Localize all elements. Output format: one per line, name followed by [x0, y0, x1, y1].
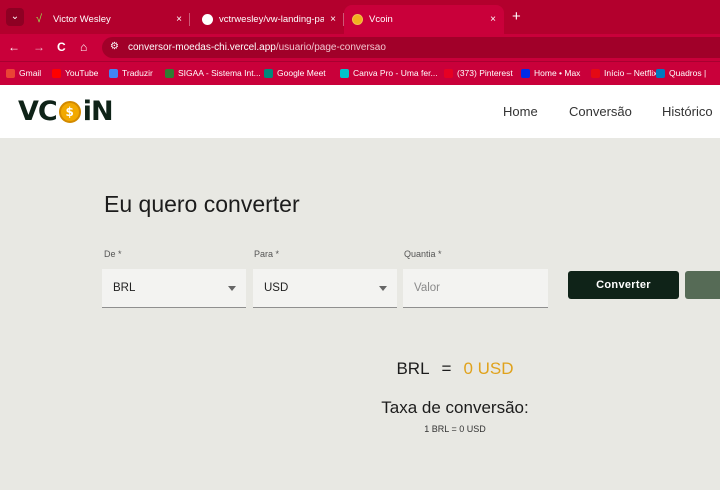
nav-conversao[interactable]: Conversão: [569, 104, 632, 119]
bookmarks-bar: Gmail YouTube Traduzir SIGAA - Sistema Int.…: [0, 61, 720, 85]
bookmark-item[interactable]: Google Meet: [264, 68, 326, 78]
vcoin-icon: [352, 14, 363, 25]
bookmark-icon: [521, 68, 530, 78]
amount-placeholder: Valor: [414, 282, 440, 294]
page-title: Eu quero converter: [104, 191, 300, 217]
chevron-down-icon: [228, 286, 236, 291]
logo-text-left: VC: [18, 96, 58, 127]
browser-toolbar: ← → C ⌂ ⚙ conversor-moedas-chi.vercel.ap…: [0, 34, 720, 61]
nav-home[interactable]: Home: [503, 104, 538, 119]
bookmark-item[interactable]: Quadros |: [656, 68, 706, 78]
tab-title: Victor Wesley: [53, 14, 111, 25]
tab-vcoin[interactable]: Vcoin ×: [344, 5, 504, 34]
site-header: VC $ iN Home Conversão Histórico: [0, 85, 720, 138]
bookmark-item[interactable]: Gmail: [6, 68, 41, 78]
reload-icon[interactable]: C: [57, 40, 66, 54]
close-icon[interactable]: ×: [330, 14, 336, 25]
close-icon[interactable]: ×: [176, 14, 182, 25]
bookmark-icon: [340, 68, 349, 78]
vcoin-logo[interactable]: VC $ iN: [18, 96, 114, 127]
site-settings-icon[interactable]: ⚙: [110, 41, 119, 52]
rate-title: Taxa de conversão:: [381, 398, 529, 417]
bookmark-label: SIGAA - Sistema Int...: [178, 68, 261, 78]
bookmark-label: YouTube: [65, 68, 99, 78]
tab-title: Vcoin: [369, 14, 393, 25]
bookmark-icon: [656, 68, 665, 78]
bookmark-item[interactable]: YouTube: [52, 68, 98, 78]
bookmark-icon: [6, 68, 15, 78]
result-amount: 0 USD: [463, 359, 514, 378]
coin-icon: $: [58, 100, 81, 123]
close-icon[interactable]: ×: [490, 14, 496, 25]
tab-github[interactable]: vctrwesley/vw-landing-page-p ×: [194, 5, 344, 34]
convert-button[interactable]: Converter: [568, 271, 679, 299]
result-from-currency: BRL: [396, 359, 430, 378]
rate-value: 1 BRL = 0 USD: [424, 424, 486, 434]
bookmark-label: Google Meet: [277, 68, 326, 78]
bookmark-label: (373) Pinterest: [457, 68, 513, 78]
logo-text-right: iN: [82, 96, 114, 127]
from-label: De *: [104, 249, 122, 259]
bookmark-item[interactable]: Traduzir: [109, 68, 153, 78]
address-bar[interactable]: ⚙ conversor-moedas-chi.vercel.app/usuari…: [102, 37, 720, 58]
victor-icon: √: [36, 13, 43, 25]
conversion-result: BRL = 0 USD: [0, 359, 720, 379]
bookmark-icon: [264, 68, 273, 78]
from-currency-value: BRL: [113, 282, 136, 294]
bookmark-item[interactable]: (373) Pinterest: [444, 68, 513, 78]
amount-input[interactable]: Valor: [403, 269, 548, 308]
bookmark-icon: [165, 68, 174, 78]
bookmark-label: Home • Max: [534, 68, 581, 78]
back-icon[interactable]: ←: [8, 40, 20, 54]
bookmark-icon: [52, 68, 61, 78]
url-text: conversor-moedas-chi.vercel.app/usuario/…: [128, 42, 386, 53]
bookmark-icon: [591, 68, 600, 78]
chevron-down-icon: [379, 286, 387, 291]
from-currency-select[interactable]: BRL: [102, 269, 246, 308]
result-equals: =: [441, 359, 452, 378]
to-currency-value: USD: [264, 282, 289, 294]
bookmark-label: Traduzir: [122, 68, 153, 78]
bookmark-label: Gmail: [19, 68, 42, 78]
to-currency-select[interactable]: USD: [253, 269, 397, 308]
github-icon: [202, 14, 213, 25]
bookmark-label: Canva Pro - Uma fer...: [353, 68, 438, 78]
browser-tab-bar: ⌄ √ Victor Wesley × vctrwesley/vw-landin…: [0, 0, 720, 34]
bookmark-icon: [444, 68, 453, 78]
bookmark-item[interactable]: Início – Netflix: [591, 68, 657, 78]
bookmark-item[interactable]: Canva Pro - Uma fer...: [340, 68, 438, 78]
secondary-button[interactable]: [685, 271, 720, 299]
home-icon[interactable]: ⌂: [80, 40, 87, 54]
tab-victor-wesley[interactable]: √ Victor Wesley ×: [28, 5, 190, 34]
tab-title: vctrwesley/vw-landing-page-p: [219, 14, 325, 25]
bookmark-label: Quadros |: [669, 68, 707, 78]
bookmark-icon: [109, 68, 118, 78]
bookmark-item[interactable]: SIGAA - Sistema Int...: [165, 68, 261, 78]
amount-label: Quantia *: [404, 249, 442, 259]
tab-search-icon[interactable]: ⌄: [6, 8, 24, 26]
new-tab-button[interactable]: +: [512, 9, 521, 24]
bookmark-item[interactable]: Home • Max: [521, 68, 580, 78]
nav-historico[interactable]: Histórico: [662, 104, 713, 119]
to-label: Para *: [254, 249, 280, 259]
bookmark-label: Início – Netflix: [604, 68, 658, 78]
forward-icon[interactable]: →: [33, 40, 45, 54]
